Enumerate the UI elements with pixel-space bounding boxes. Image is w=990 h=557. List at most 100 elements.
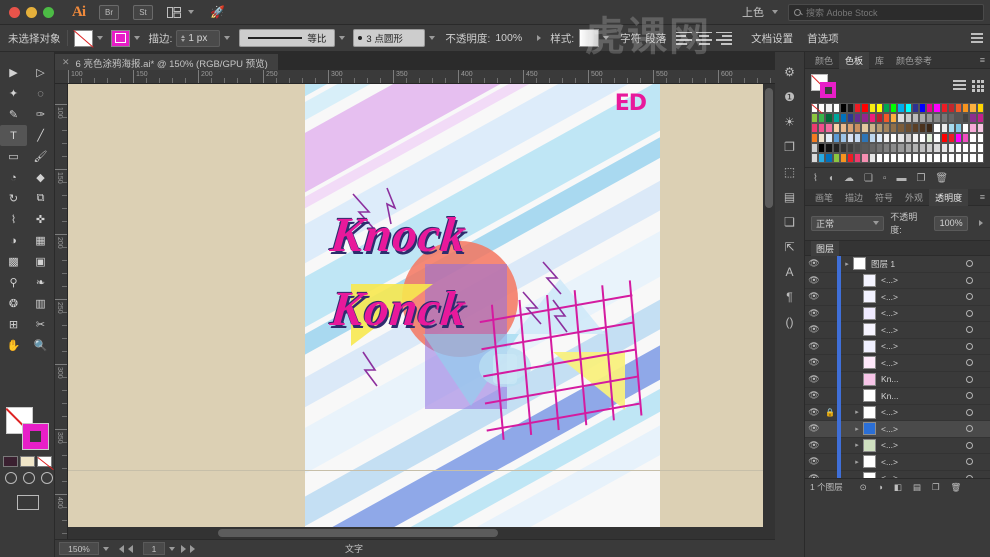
swatch-2-1[interactable] <box>818 123 826 133</box>
target-indicator[interactable] <box>960 276 978 284</box>
swatch-4-5[interactable] <box>847 143 855 153</box>
swatch-0-4[interactable] <box>839 103 848 113</box>
graphic-style-swatch[interactable] <box>579 29 600 47</box>
line-segment-tool[interactable]: ╱ <box>27 125 54 146</box>
swatch-5-8[interactable] <box>868 153 876 163</box>
minimize-window-button[interactable] <box>26 6 37 18</box>
swatch-3-17[interactable] <box>933 133 941 143</box>
chevron-down-icon[interactable] <box>96 36 103 40</box>
eyedropper-tool[interactable]: ⚲ <box>0 272 27 293</box>
swatch-5-14[interactable] <box>911 153 920 163</box>
swatch-2-21[interactable] <box>962 123 970 133</box>
swatch-1-9[interactable] <box>875 113 884 123</box>
swatch-1-7[interactable] <box>861 113 869 123</box>
swatch-5-4[interactable] <box>839 153 848 163</box>
duplicate-icon[interactable]: ❐ <box>916 173 925 184</box>
arrange-documents-icon[interactable] <box>167 6 194 18</box>
align-center-icon[interactable] <box>696 31 713 45</box>
swatch-0-23[interactable] <box>976 103 984 113</box>
grid-view-icon[interactable] <box>972 80 984 92</box>
fill-color-swatch[interactable] <box>73 29 93 47</box>
blend-tool[interactable]: ❧ <box>27 272 54 293</box>
swatch-0-11[interactable] <box>890 103 898 113</box>
magic-wand-tool[interactable]: ✦ <box>0 83 27 104</box>
swatch-2-7[interactable] <box>861 123 869 133</box>
new-layer-icon[interactable]: ❐ <box>932 482 940 493</box>
eye-icon[interactable]: 👁 <box>805 390 823 401</box>
tab-画笔[interactable]: 画笔 <box>809 191 839 204</box>
swatch-2-23[interactable] <box>976 123 984 133</box>
eye-icon[interactable]: 👁 <box>805 291 823 302</box>
swatch-2-3[interactable] <box>832 123 840 133</box>
swatch-5-15[interactable] <box>919 153 927 163</box>
chevron-right-icon[interactable]: ▸ <box>851 408 863 416</box>
close-window-button[interactable] <box>9 6 20 18</box>
layer-name[interactable]: Kn... <box>881 374 960 384</box>
swatch-2-2[interactable] <box>825 123 833 133</box>
swatch-4-13[interactable] <box>904 143 912 153</box>
glyphs-icon[interactable]: () <box>786 316 794 328</box>
swatch-2-5[interactable] <box>847 123 855 133</box>
swatch-0-17[interactable] <box>933 103 941 113</box>
swatch-4-2[interactable] <box>825 143 833 153</box>
lasso-tool[interactable]: ◌ <box>27 83 54 104</box>
swatch-4-11[interactable] <box>890 143 898 153</box>
recent-swatch-2[interactable] <box>37 456 54 471</box>
swatch-3-18[interactable] <box>940 133 948 143</box>
swatch-2-20[interactable] <box>955 123 963 133</box>
swatch-3-22[interactable] <box>969 133 977 143</box>
layer-row[interactable]: 👁 Kn... <box>805 371 990 388</box>
swatch-3-12[interactable] <box>897 133 905 143</box>
swatch-2-11[interactable] <box>890 123 898 133</box>
swatch-0-12[interactable] <box>897 103 905 113</box>
layer-name[interactable]: <...> <box>881 457 960 467</box>
chevron-right-icon[interactable] <box>979 220 983 226</box>
target-indicator[interactable] <box>960 342 978 350</box>
type-tool[interactable]: T <box>0 125 27 146</box>
panel-menu-icon[interactable] <box>971 33 983 43</box>
swatch-3-10[interactable] <box>883 133 891 143</box>
swatch-1-23[interactable] <box>976 113 984 123</box>
eye-icon[interactable]: 👁 <box>805 374 823 385</box>
layers-stack-icon[interactable]: ❐ <box>784 141 795 153</box>
draw-inside-mode-icon[interactable] <box>41 472 53 484</box>
swatch-view-buttons[interactable] <box>953 80 984 92</box>
swatch-3-15[interactable] <box>919 133 927 143</box>
swatch-2-16[interactable] <box>926 123 934 133</box>
swatch-5-22[interactable] <box>969 153 977 163</box>
swatch-1-21[interactable] <box>962 113 970 123</box>
swatch-1-3[interactable] <box>832 113 840 123</box>
swatch-1-11[interactable] <box>890 113 898 123</box>
swatch-4-20[interactable] <box>955 143 963 153</box>
chevron-down-icon[interactable] <box>169 546 175 551</box>
swatch-2-13[interactable] <box>904 123 912 133</box>
swatch-2-22[interactable] <box>969 123 977 133</box>
swatch-3-7[interactable] <box>861 133 869 143</box>
swatch-0-3[interactable] <box>832 103 840 113</box>
list-view-icon[interactable] <box>953 80 966 92</box>
swatch-2-15[interactable] <box>919 123 927 133</box>
target-indicator[interactable] <box>960 458 978 466</box>
scrollbar-thumb[interactable] <box>765 88 773 208</box>
last-artboard-icon[interactable] <box>190 544 195 553</box>
character-icon[interactable]: A <box>785 266 793 278</box>
swatch-2-4[interactable] <box>839 123 848 133</box>
prev-artboard-icon[interactable] <box>128 544 133 553</box>
swatch-4-3[interactable] <box>832 143 840 153</box>
swatch-1-14[interactable] <box>911 113 920 123</box>
new-icon[interactable]: ▫ <box>883 173 887 184</box>
layer-name[interactable]: <...> <box>881 473 960 478</box>
chevron-down-icon[interactable] <box>603 36 610 40</box>
stock-button[interactable]: St <box>133 4 153 20</box>
swatch-3-16[interactable] <box>926 133 934 143</box>
swatch-3-20[interactable] <box>955 133 963 143</box>
opacity-value[interactable]: 100% <box>495 32 522 44</box>
swatch-4-17[interactable] <box>933 143 941 153</box>
swatch-4-8[interactable] <box>868 143 876 153</box>
swatch-1-15[interactable] <box>919 113 927 123</box>
zoom-level-input[interactable]: 150% <box>59 542 99 555</box>
layer-name[interactable]: <...> <box>881 275 960 285</box>
swatch-4-23[interactable] <box>976 143 984 153</box>
swatch-2-18[interactable] <box>940 123 948 133</box>
recent-swatch-0[interactable] <box>3 456 18 467</box>
